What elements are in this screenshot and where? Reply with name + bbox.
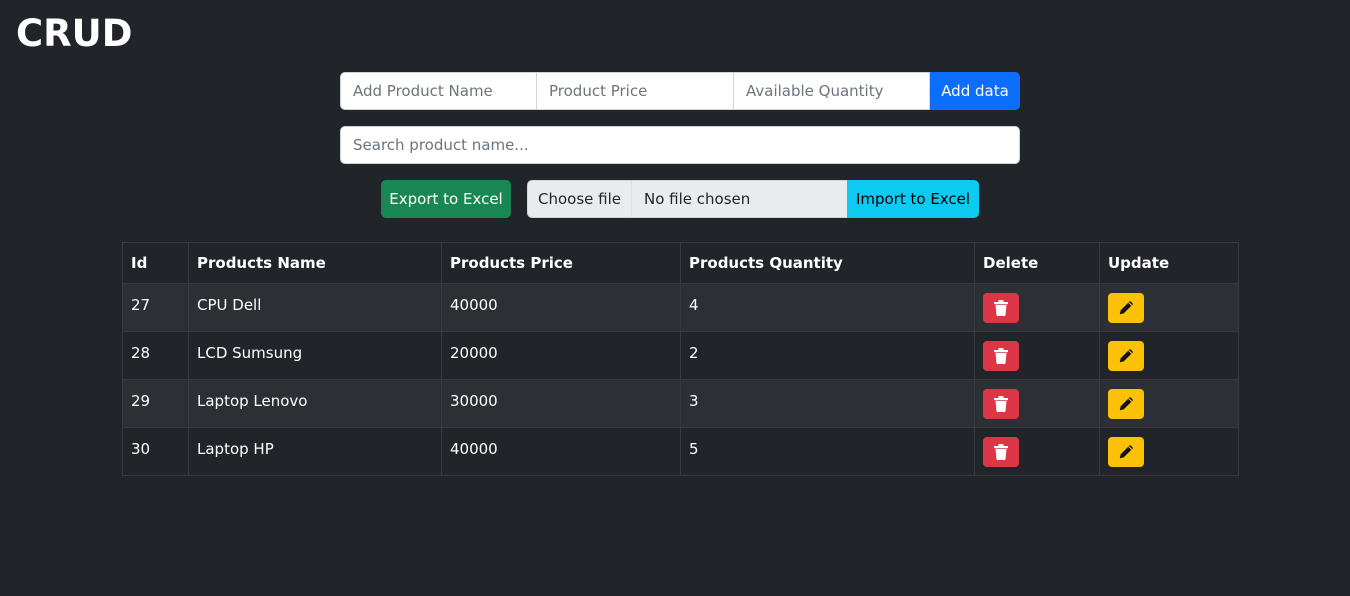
pencil-icon bbox=[1119, 300, 1133, 315]
cell-id: 28 bbox=[122, 331, 189, 380]
cell-name: LCD Sumsung bbox=[188, 331, 442, 380]
cell-quantity: 2 bbox=[680, 331, 975, 380]
choose-file-button[interactable]: Choose file bbox=[527, 180, 632, 218]
header-name: Products Name bbox=[188, 242, 442, 284]
product-price-input[interactable] bbox=[537, 72, 734, 110]
cell-price: 40000 bbox=[441, 427, 681, 476]
cell-delete bbox=[974, 283, 1100, 332]
search-input[interactable] bbox=[340, 126, 1020, 164]
pencil-icon bbox=[1119, 444, 1133, 459]
header-quantity: Products Quantity bbox=[680, 242, 975, 284]
header-update: Update bbox=[1099, 242, 1239, 284]
trash-icon bbox=[994, 395, 1008, 412]
delete-button[interactable] bbox=[983, 388, 1019, 419]
add-product-form: Add data bbox=[340, 72, 1020, 110]
export-excel-button[interactable]: Export to Excel bbox=[381, 180, 511, 218]
cell-update bbox=[1099, 379, 1239, 428]
cell-price: 40000 bbox=[441, 283, 681, 332]
cell-id: 30 bbox=[122, 427, 189, 476]
cell-name: Laptop Lenovo bbox=[188, 379, 442, 428]
trash-icon bbox=[994, 299, 1008, 316]
import-excel-button[interactable]: Import to Excel bbox=[847, 180, 979, 218]
table-row: 29 Laptop Lenovo 30000 3 bbox=[122, 379, 1239, 428]
update-button[interactable] bbox=[1108, 340, 1144, 371]
table-row: 28 LCD Sumsung 20000 2 bbox=[122, 331, 1239, 380]
delete-button[interactable] bbox=[983, 436, 1019, 467]
add-data-button[interactable]: Add data bbox=[930, 72, 1020, 110]
cell-name: CPU Dell bbox=[188, 283, 442, 332]
cell-id: 27 bbox=[122, 283, 189, 332]
pencil-icon bbox=[1119, 348, 1133, 363]
table-row: 30 Laptop HP 40000 5 bbox=[122, 427, 1239, 476]
cell-delete bbox=[974, 427, 1100, 476]
cell-delete bbox=[974, 379, 1100, 428]
products-table: Id Products Name Products Price Products… bbox=[122, 242, 1239, 476]
products-table-container: Id Products Name Products Price Products… bbox=[122, 242, 1239, 476]
cell-delete bbox=[974, 331, 1100, 380]
product-name-input[interactable] bbox=[340, 72, 537, 110]
cell-quantity: 5 bbox=[680, 427, 975, 476]
cell-price: 20000 bbox=[441, 331, 681, 380]
file-status-text: No file chosen bbox=[632, 180, 847, 218]
table-row: 27 CPU Dell 40000 4 bbox=[122, 283, 1239, 332]
update-button[interactable] bbox=[1108, 388, 1144, 419]
cell-quantity: 4 bbox=[680, 283, 975, 332]
trash-icon bbox=[994, 347, 1008, 364]
header-id: Id bbox=[122, 242, 189, 284]
cell-quantity: 3 bbox=[680, 379, 975, 428]
delete-button[interactable] bbox=[983, 292, 1019, 323]
cell-update bbox=[1099, 427, 1239, 476]
page-title: CRUD bbox=[16, 12, 133, 55]
crud-page: CRUD Add data Export to Excel Choose fil… bbox=[0, 0, 1350, 596]
cell-name: Laptop HP bbox=[188, 427, 442, 476]
cell-update bbox=[1099, 283, 1239, 332]
file-import-group: Choose file No file chosen Import to Exc… bbox=[527, 180, 979, 218]
header-price: Products Price bbox=[441, 242, 681, 284]
header-delete: Delete bbox=[974, 242, 1100, 284]
delete-button[interactable] bbox=[983, 340, 1019, 371]
trash-icon bbox=[994, 443, 1008, 460]
table-header-row: Id Products Name Products Price Products… bbox=[122, 242, 1239, 284]
update-button[interactable] bbox=[1108, 436, 1144, 467]
pencil-icon bbox=[1119, 396, 1133, 411]
cell-id: 29 bbox=[122, 379, 189, 428]
cell-price: 30000 bbox=[441, 379, 681, 428]
product-quantity-input[interactable] bbox=[734, 72, 930, 110]
cell-update bbox=[1099, 331, 1239, 380]
update-button[interactable] bbox=[1108, 292, 1144, 323]
